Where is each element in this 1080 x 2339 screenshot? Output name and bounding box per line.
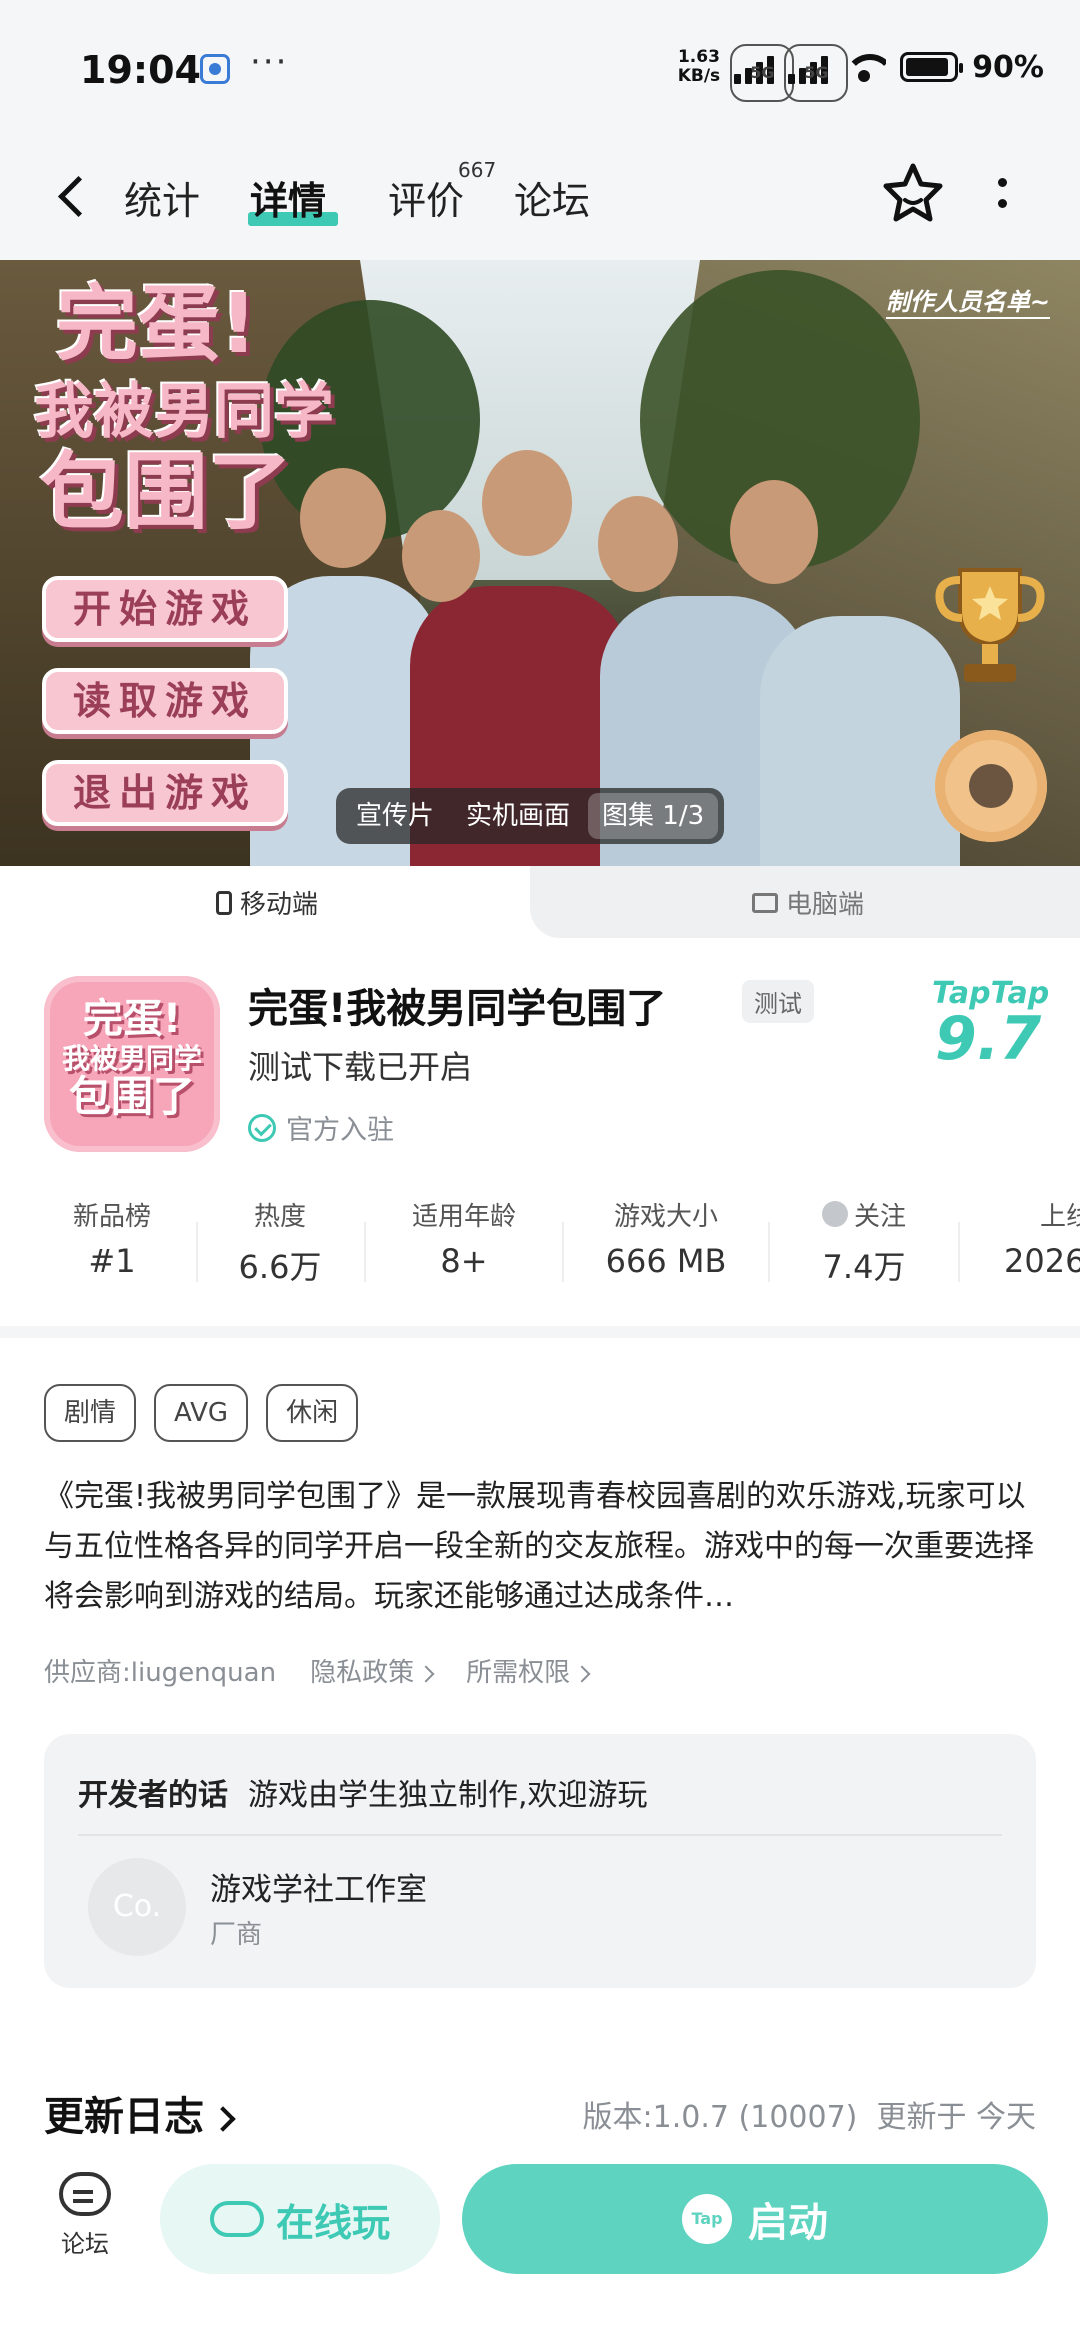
tag-item[interactable]: 剧情 (44, 1384, 137, 1442)
meta-links: 供应商:liugenquan 隐私政策 所需权限 (44, 1652, 591, 1689)
status-bar: 19:04 ··· 1.63 KB/s 5G 5G 90% (0, 0, 1080, 130)
section-divider (0, 1326, 1080, 1338)
status-time: 19:04 (80, 48, 201, 92)
developer-card[interactable]: 开发者的话 游戏由学生独立制作,欢迎游玩 Co. 游戏学社工作室 厂商 (44, 1734, 1036, 1988)
bottom-action-bar: 论坛 在线玩 Tap 启动 (0, 2140, 1080, 2339)
battery-icon (900, 52, 964, 82)
taptap-logo-icon: Tap (682, 2194, 732, 2244)
signal-icon-sim2: 5G (784, 44, 849, 102)
media-tab-gameplay[interactable]: 实机画面 (452, 793, 584, 839)
verified-check-icon (248, 1113, 276, 1142)
banner-title-line3: 包围了 (40, 443, 293, 541)
net-speed: 1.63 KB/s (677, 47, 721, 86)
platform-tab-mobile[interactable]: 移动端 (216, 884, 318, 921)
app-notification-icon (200, 54, 230, 84)
student-head (300, 468, 386, 568)
tag-item[interactable]: 休闲 (266, 1384, 359, 1442)
student-head (482, 450, 572, 556)
developer-words: 开发者的话 游戏由学生独立制作,欢迎游玩 (78, 1778, 648, 1813)
play-online-button[interactable]: 在线玩 (160, 2164, 440, 2274)
developer-name[interactable]: 游戏学社工作室 (210, 1864, 427, 1909)
update-log-link[interactable]: 更新日志 (44, 2084, 236, 2142)
developer-avatar[interactable]: Co. (88, 1858, 186, 1956)
chevron-right-icon (573, 1665, 591, 1682)
settings-gear-decor-icon (935, 730, 1047, 842)
student-head (598, 496, 678, 592)
back-button[interactable] (50, 170, 90, 220)
media-tab-trailer[interactable]: 宣传片 (342, 793, 448, 839)
tag-list: 剧情 AVG 休闲 (44, 1384, 359, 1442)
stat-size[interactable]: 游戏大小 666 MB (586, 1196, 746, 1281)
banner-menu-exit: 退出游戏 (42, 760, 288, 826)
more-notifications-icon: ··· (250, 42, 289, 82)
follow-star-button[interactable] (880, 160, 946, 226)
stat-rank[interactable]: 新品榜 #1 (32, 1196, 192, 1281)
chevron-right-icon (417, 1665, 435, 1682)
launch-button[interactable]: Tap 启动 (462, 2164, 1048, 2274)
media-tabs: 宣传片 实机画面 图集 1/3 (336, 788, 725, 844)
stat-popularity[interactable]: 热度 6.6万 (200, 1196, 360, 1288)
game-description[interactable]: 《完蛋!我被男同学包围了》是一款展现青春校园喜剧的欢乐游戏,玩家可以与五位性格各… (44, 1472, 1040, 1622)
student-head (730, 480, 818, 584)
cloud-gamepad-icon (209, 2201, 264, 2237)
phone-icon (216, 890, 232, 915)
tag-item[interactable]: AVG (154, 1384, 249, 1442)
more-menu-button[interactable] (990, 174, 1014, 214)
privacy-policy-link[interactable]: 隐私政策 (310, 1652, 435, 1689)
tab-reviews[interactable]: 评价 (388, 170, 464, 225)
supplier: 供应商:liugenquan (44, 1658, 277, 1688)
version-info: 版本:1.0.7 (10007) 更新于 今天 (582, 2100, 1036, 2135)
stat-age[interactable]: 适用年龄 8+ (384, 1196, 544, 1281)
stat-follow[interactable]: 关注 7.4万 (784, 1196, 944, 1288)
banner-title-line2: 我被男同学 (34, 377, 334, 447)
banner-menu-load: 读取游戏 (42, 668, 288, 734)
trophy-icon (935, 568, 1045, 682)
chat-bubble-icon (59, 2172, 111, 2216)
platform-switch: 移动端 电脑端 (0, 866, 1080, 938)
tab-details[interactable]: 详情 (250, 170, 326, 225)
chevron-right-icon (210, 2106, 236, 2132)
signal-icon-sim1: 5G (730, 44, 795, 102)
star-icon (883, 163, 943, 222)
developer-role: 厂商 (210, 1920, 263, 1950)
battery-percent: 90% (972, 49, 1044, 85)
official-verified: 官方入驻 (248, 1108, 394, 1147)
card-divider (78, 1834, 1002, 1836)
game-title: 完蛋!我被男同学包围了 (248, 986, 667, 1032)
status-right: 1.63 KB/s 5G 5G 90% (677, 44, 1044, 102)
permissions-link[interactable]: 所需权限 (466, 1652, 591, 1689)
game-icon: 完蛋! 我被男同学 包围了 (44, 976, 220, 1152)
review-count-badge: 667 (458, 158, 497, 182)
stats-row: 新品榜 #1 热度 6.6万 适用年龄 8+ 游戏大小 666 MB 关注 7.4万 上线… (0, 1196, 1080, 1296)
tab-stats[interactable]: 统计 (124, 170, 200, 225)
platform-tab-pc[interactable]: 电脑端 (752, 884, 864, 921)
top-nav: 统计 详情 评价 667 论坛 (0, 130, 1080, 260)
tab-forum[interactable]: 论坛 (514, 170, 590, 225)
rating-score[interactable]: 9.7 (935, 1004, 1041, 1074)
monitor-icon (752, 892, 778, 913)
heart-icon (821, 1201, 848, 1227)
test-badge: 测试 (742, 980, 814, 1023)
wifi-icon (842, 50, 887, 84)
forum-button[interactable]: 论坛 (50, 2172, 120, 2259)
banner-title-line1: 完蛋! (56, 277, 258, 372)
stat-launch[interactable]: 上线 2026 (990, 1196, 1080, 1281)
banner-credits: 制作人员名单~ (885, 282, 1050, 319)
banner-menu-start: 开始游戏 (42, 576, 288, 642)
student-head (402, 510, 480, 602)
media-tab-gallery[interactable]: 图集 1/3 (588, 793, 719, 839)
game-subtitle: 测试下载已开启 (248, 1048, 473, 1086)
media-banner[interactable]: 完蛋! 我被男同学 包围了 开始游戏 读取游戏 退出游戏 制作人员名单~ 宣传片… (0, 260, 1080, 866)
